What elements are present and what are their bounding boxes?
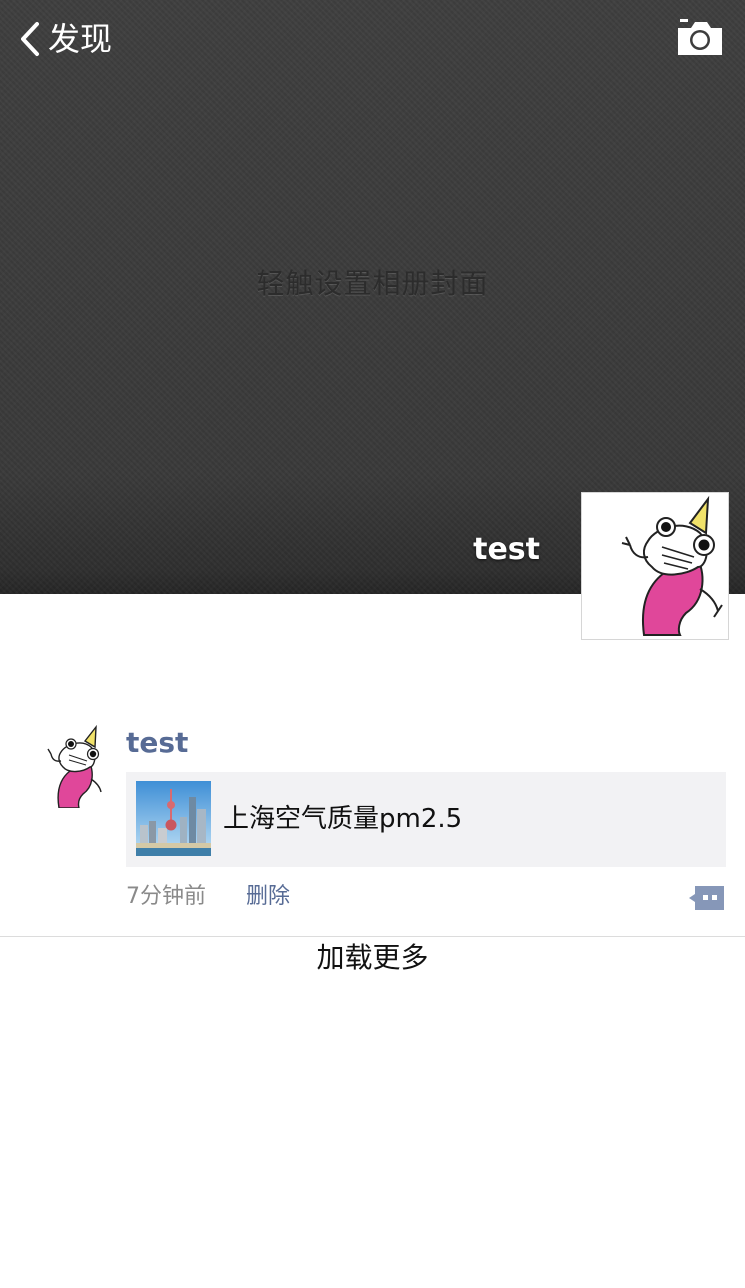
profile-avatar[interactable] xyxy=(581,492,729,640)
post-avatar[interactable] xyxy=(23,724,107,808)
link-thumbnail xyxy=(136,781,211,856)
shared-link-card[interactable]: 上海空气质量pm2.5 xyxy=(126,772,726,867)
divider xyxy=(0,936,745,937)
chevron-left-icon xyxy=(18,20,42,58)
load-more-button[interactable]: 加载更多 xyxy=(0,938,745,978)
comment-button[interactable] xyxy=(688,884,726,912)
link-title: 上海空气质量pm2.5 xyxy=(223,804,463,834)
post-timestamp: 7分钟前 xyxy=(126,884,206,909)
back-label: 发现 xyxy=(48,20,113,58)
avatar-doodle-image xyxy=(582,493,728,639)
camera-button[interactable] xyxy=(676,18,724,58)
moments-page: 发现 轻触设置相册封面 test test 上海空气质量pm2.5 7分钟前 删… xyxy=(0,0,745,1288)
profile-username: test xyxy=(473,532,540,567)
avatar-doodle-image xyxy=(23,724,107,808)
shanghai-skyline-image xyxy=(136,781,211,856)
comment-icon xyxy=(688,884,726,912)
camera-icon xyxy=(676,18,724,58)
post-author-name[interactable]: test xyxy=(126,724,188,762)
delete-button[interactable]: 删除 xyxy=(246,882,290,912)
cover-hint: 轻触设置相册封面 xyxy=(256,267,489,300)
back-button[interactable]: 发现 xyxy=(18,18,112,60)
